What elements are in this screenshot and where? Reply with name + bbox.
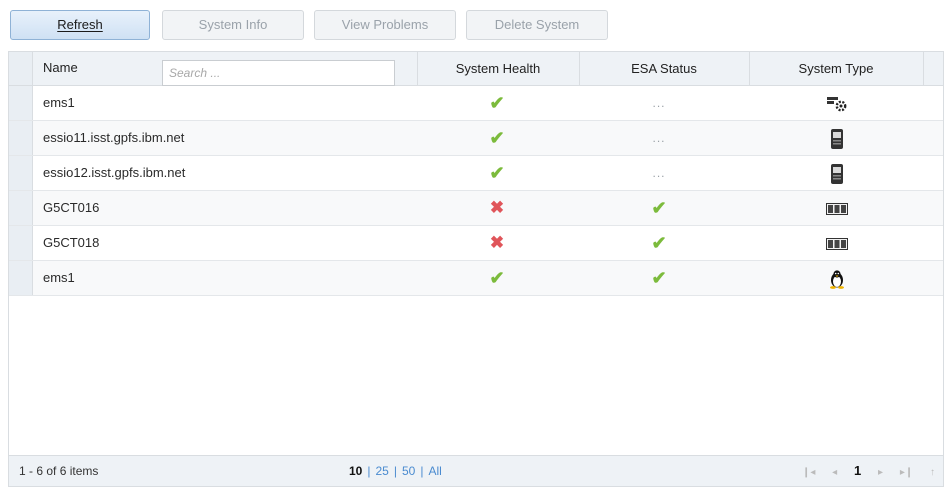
esa-status-cell: ✔	[579, 261, 739, 295]
page-size-50[interactable]: 50	[402, 464, 415, 478]
server-tower-icon	[830, 128, 844, 149]
esa-status-cell: ✔	[579, 226, 739, 260]
system-health-cell: ✔	[417, 121, 577, 155]
check-icon: ✔	[651, 268, 667, 288]
system-type-cell	[757, 191, 917, 225]
table-row[interactable]: G5CT016 ✖ ✔	[9, 191, 943, 226]
system-health-cell: ✖	[417, 191, 577, 225]
page-size-25[interactable]: 25	[375, 464, 388, 478]
column-divider	[923, 52, 924, 85]
table-row[interactable]: essio11.isst.gpfs.ibm.net ✔...	[9, 121, 943, 156]
prev-page-icon[interactable]: ◂	[832, 467, 837, 478]
page-size-selector: 10 | 25 | 50 | All	[349, 464, 442, 478]
check-icon: ✔	[489, 268, 505, 288]
scroll-top-icon[interactable]: ↑	[930, 467, 935, 478]
system-type-cell	[757, 261, 917, 295]
refresh-button[interactable]: Refresh	[10, 10, 150, 40]
grid-footer: 1 - 6 of 6 items 10 | 25 | 50 | All ❙◂ ◂ 1 ▸ ▸…	[9, 455, 943, 486]
item-count: 1 - 6 of 6 items	[19, 464, 99, 478]
grid-header: Name System Health ESA Status System Typ…	[9, 52, 943, 86]
management-server-icon	[826, 95, 848, 111]
pager: ❙◂ ◂ 1 ▸ ▸❙ ↑	[788, 456, 935, 488]
page-size-10[interactable]: 10	[349, 464, 362, 478]
next-page-icon[interactable]: ▸	[878, 467, 883, 478]
esa-status-cell: ...	[579, 156, 739, 190]
systems-grid: Name System Health ESA Status System Typ…	[8, 51, 944, 487]
system-type-cell	[757, 86, 917, 120]
delete-system-button[interactable]: Delete System	[466, 10, 608, 40]
pending-dots: ...	[652, 131, 666, 145]
system-health-cell: ✔	[417, 261, 577, 295]
check-icon: ✔	[489, 128, 505, 148]
esa-status-cell: ...	[579, 121, 739, 155]
error-x-icon: ✖	[489, 198, 505, 217]
check-icon: ✔	[489, 93, 505, 113]
linux-tux-icon	[828, 269, 846, 289]
pending-dots: ...	[652, 96, 666, 110]
system-name: essio12.isst.gpfs.ibm.net	[43, 165, 186, 180]
esa-status-cell: ...	[579, 86, 739, 120]
error-x-icon: ✖	[489, 233, 505, 252]
column-header-esa-status[interactable]: ESA Status	[579, 52, 749, 85]
system-name: essio11.isst.gpfs.ibm.net	[43, 130, 185, 145]
last-page-icon[interactable]: ▸❙	[900, 467, 913, 478]
system-type-cell	[757, 226, 917, 260]
table-row[interactable]: essio12.isst.gpfs.ibm.net ✔...	[9, 156, 943, 191]
system-health-cell: ✔	[417, 156, 577, 190]
system-health-cell: ✖	[417, 226, 577, 260]
view-problems-button[interactable]: View Problems	[314, 10, 456, 40]
search-input[interactable]	[162, 60, 395, 86]
system-type-cell	[757, 121, 917, 155]
row-selector[interactable]	[9, 86, 33, 120]
row-selector[interactable]	[9, 191, 33, 225]
column-header-name[interactable]: Name	[43, 52, 78, 85]
pending-dots: ...	[652, 166, 666, 180]
system-name: G5CT016	[43, 200, 100, 215]
esa-status-cell: ✔	[579, 191, 739, 225]
table-row[interactable]: G5CT018 ✖ ✔	[9, 226, 943, 261]
page-size-all[interactable]: All	[428, 464, 441, 478]
check-icon: ✔	[651, 233, 667, 253]
row-selector[interactable]	[9, 121, 33, 155]
check-icon: ✔	[489, 163, 505, 183]
first-page-icon[interactable]: ❙◂	[802, 467, 815, 478]
row-selector[interactable]	[9, 261, 33, 295]
storage-enclosure-icon	[826, 235, 848, 250]
storage-enclosure-icon	[826, 200, 848, 215]
row-selector[interactable]	[9, 226, 33, 260]
system-health-cell: ✔	[417, 86, 577, 120]
table-row[interactable]: ems1 ✔...	[9, 86, 943, 121]
check-icon: ✔	[651, 198, 667, 218]
system-info-button[interactable]: System Info	[162, 10, 304, 40]
table-row[interactable]: ems1 ✔ ✔	[9, 261, 943, 296]
current-page: 1	[853, 463, 862, 478]
grid-body: ems1 ✔... essio11.isst.gpfs.ibm.net ✔... ess…	[9, 86, 943, 296]
system-name: ems1	[43, 95, 75, 110]
column-header-system-health[interactable]: System Health	[417, 52, 579, 85]
row-selector[interactable]	[9, 156, 33, 190]
system-type-cell	[757, 156, 917, 190]
column-header-system-type[interactable]: System Type	[749, 52, 923, 85]
system-name: ems1	[43, 270, 75, 285]
system-name: G5CT018	[43, 235, 100, 250]
header-row-handle	[9, 52, 33, 85]
server-tower-icon	[830, 163, 844, 184]
